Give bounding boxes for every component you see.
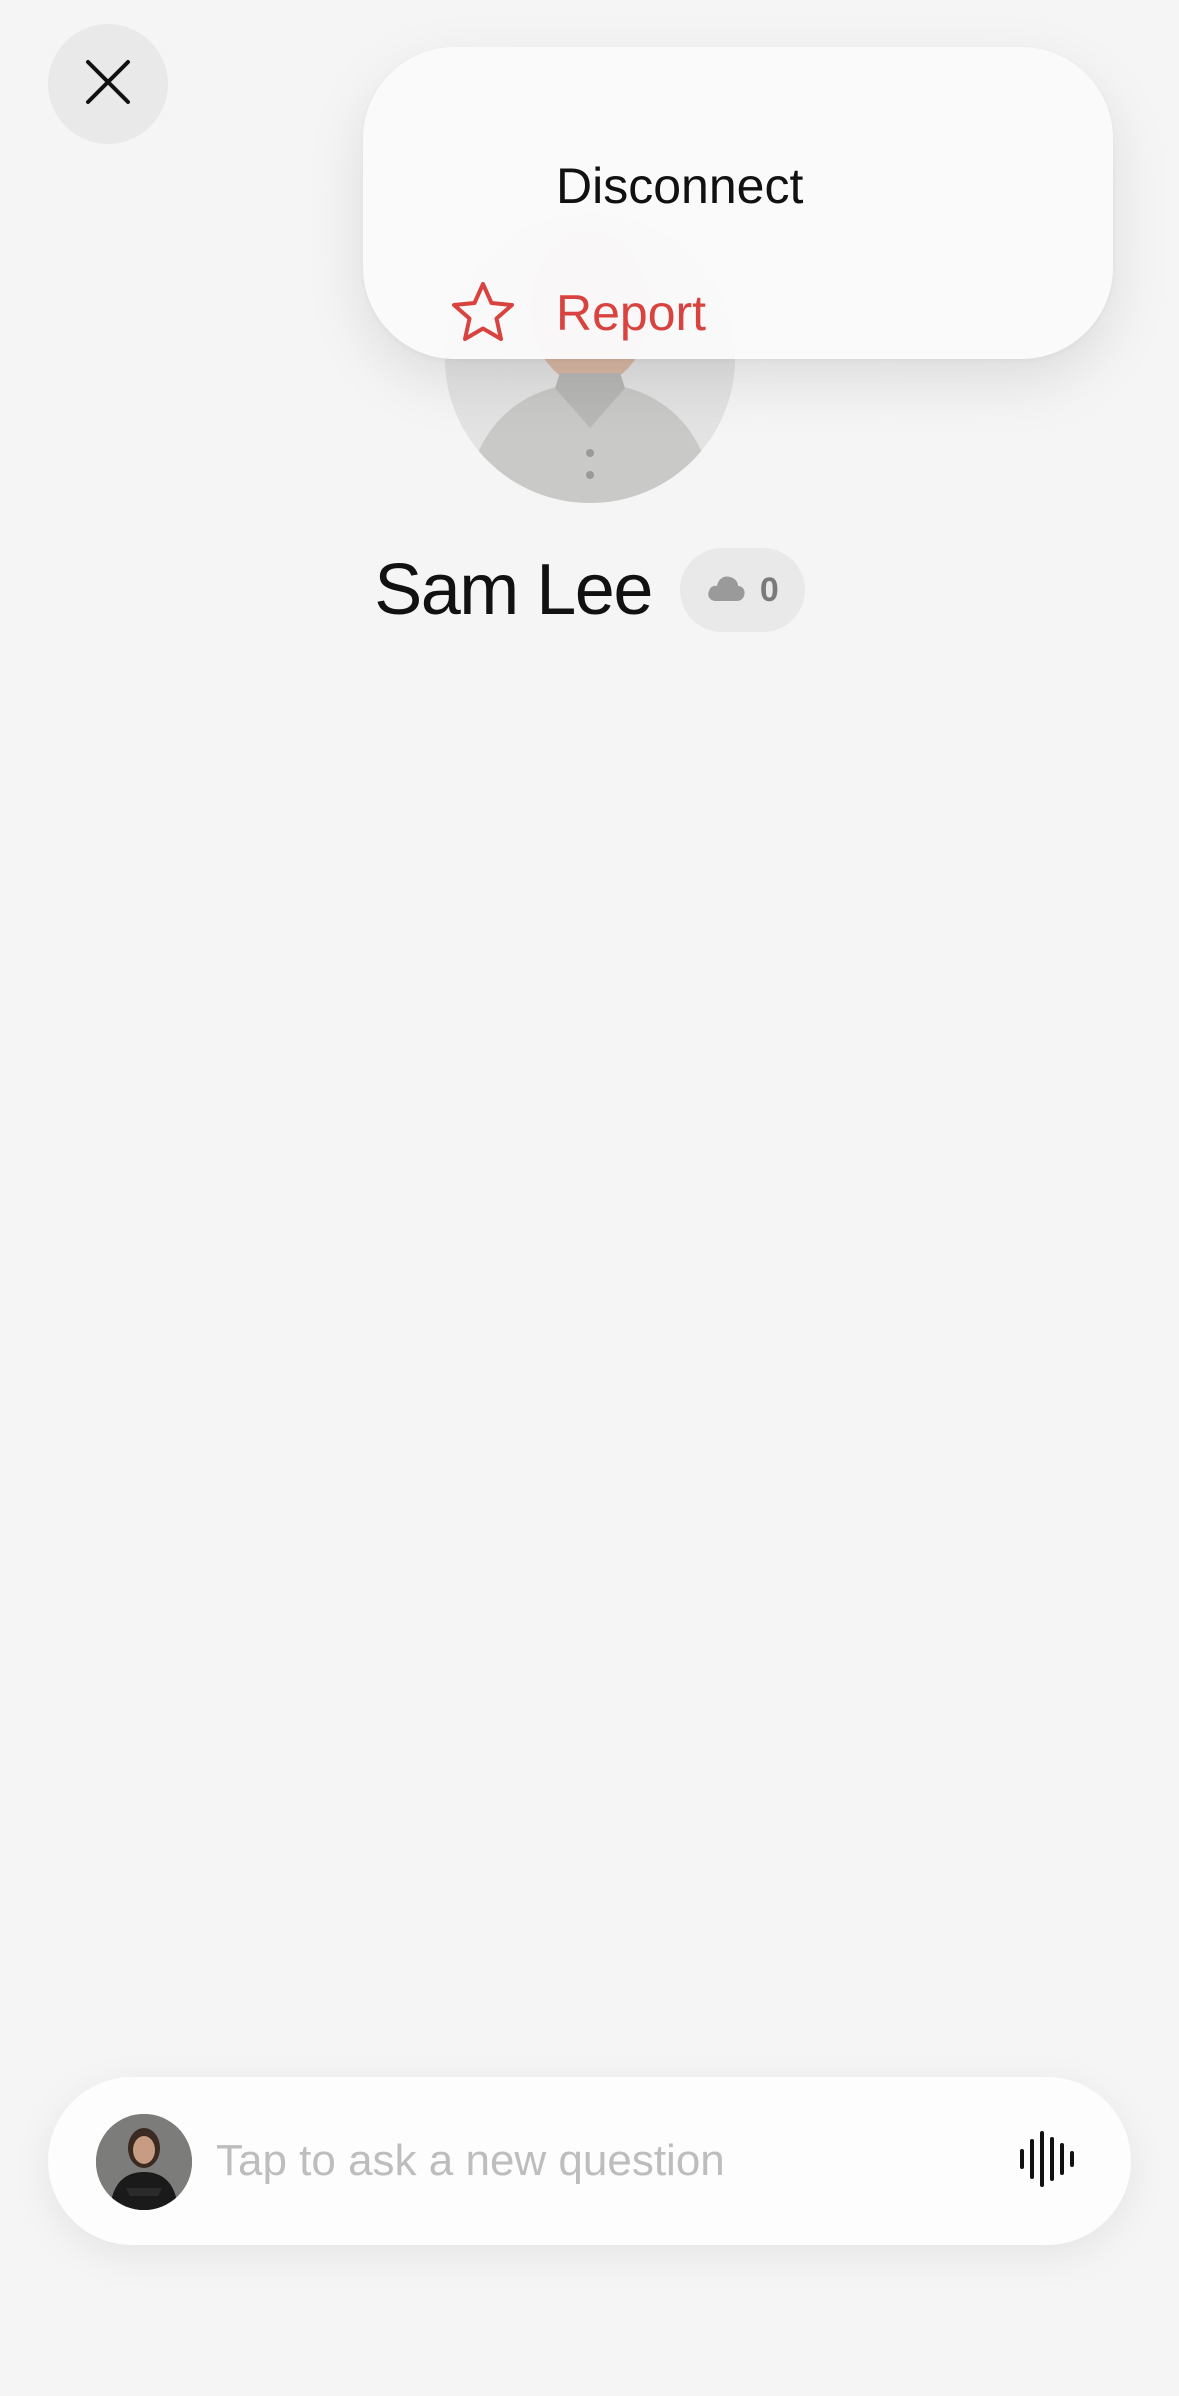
user-avatar[interactable] [96,2114,192,2210]
ask-bar [48,2077,1131,2245]
ask-input[interactable] [216,2121,1016,2201]
menu-item-disconnect[interactable]: Disconnect [363,131,1113,241]
waveform-icon [1018,2130,1078,2192]
count-badge[interactable]: 0 [679,548,805,632]
context-menu: Disconnect Report [363,47,1113,359]
star-icon [450,280,516,349]
profile-header: Sam Lee 0 [0,548,1179,632]
menu-item-label: Report [556,285,707,341]
menu-item-report[interactable]: Report [363,258,1113,368]
profile-name: Sam Lee [374,550,653,630]
screen: Sam Lee 0 Disconnect Report [0,0,1179,2396]
count-value: 0 [759,570,779,609]
voice-button[interactable] [1008,2121,1088,2201]
close-button[interactable] [48,24,168,144]
close-icon [84,58,132,111]
cloud-icon [706,573,746,608]
menu-item-label: Disconnect [556,158,804,214]
